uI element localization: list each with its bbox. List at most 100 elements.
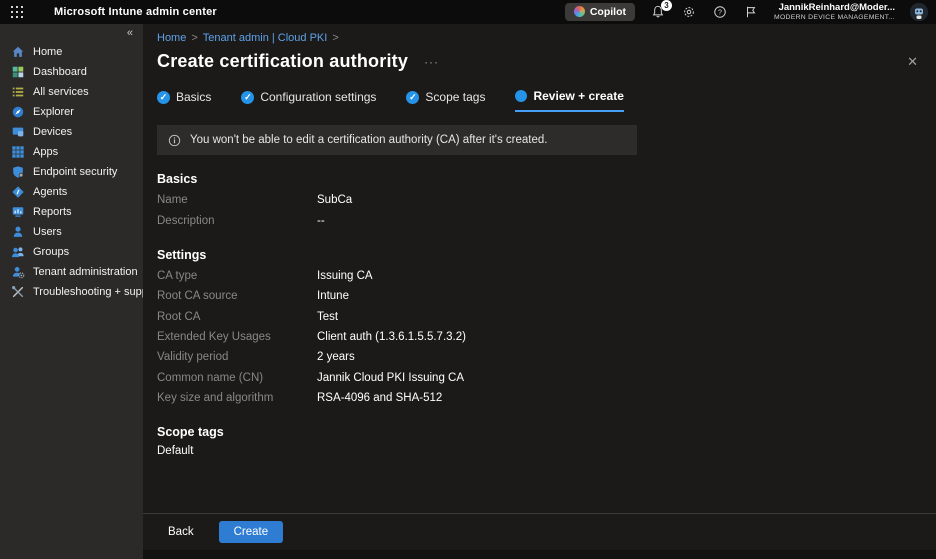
row-label: Extended Key Usages — [157, 331, 317, 343]
settings-button[interactable] — [681, 4, 697, 20]
tab-label: Configuration settings — [260, 90, 376, 104]
close-icon[interactable]: ✕ — [907, 54, 918, 70]
row-value: SubCa — [317, 194, 352, 206]
check-icon: ✓ — [157, 91, 170, 104]
sidebar-item-label: All services — [33, 86, 89, 98]
help-icon: ? — [713, 5, 727, 19]
dashboard-icon — [11, 65, 25, 79]
row-label: Common name (CN) — [157, 372, 317, 384]
row-label: Root CA source — [157, 290, 317, 302]
sidebar-item-home[interactable]: Home — [0, 42, 143, 62]
explorer-icon — [11, 105, 25, 119]
home-icon — [11, 45, 25, 59]
feedback-button[interactable] — [743, 4, 759, 20]
breadcrumb: Home>Tenant admin | Cloud PKI> — [143, 24, 936, 44]
summary-row: CA type Issuing CA — [157, 266, 936, 286]
breadcrumb-cloud-pki-link[interactable]: Tenant admin | Cloud PKI — [203, 32, 328, 44]
sidebar-item-apps[interactable]: Apps — [0, 142, 143, 162]
summary-row: Name SubCa — [157, 190, 936, 210]
row-value: Client auth (1.3.6.1.5.5.7.3.2) — [317, 331, 466, 343]
sidebar-item-all-services[interactable]: All services — [0, 82, 143, 102]
row-value: RSA-4096 and SHA-512 — [317, 392, 442, 404]
tab-label: Basics — [176, 90, 211, 104]
troubleshooting-icon — [11, 285, 25, 299]
sidebar-item-label: Tenant administration — [33, 266, 138, 278]
sidebar-item-label: Apps — [33, 146, 58, 158]
breadcrumb-home-link[interactable]: Home — [157, 32, 186, 44]
tab-configuration-settings[interactable]: ✓ Configuration settings — [241, 89, 376, 112]
row-label: Validity period — [157, 351, 317, 363]
top-bar: Microsoft Intune admin center Copilot 3 … — [0, 0, 936, 24]
sidebar-item-users[interactable]: Users — [0, 222, 143, 242]
account-menu[interactable]: JannikReinhard@Moder... MODERN DEVICE MA… — [774, 2, 895, 22]
sidebar-item-groups[interactable]: Groups — [0, 242, 143, 262]
sidebar-item-devices[interactable]: Devices — [0, 122, 143, 142]
sidebar: « Home Dashboard — [0, 24, 143, 559]
create-button[interactable]: Create — [219, 521, 284, 543]
sidebar-item-label: Home — [33, 46, 62, 58]
sidebar-item-endpoint-security[interactable]: Endpoint security — [0, 162, 143, 182]
wizard-tabs: ✓ Basics ✓ Configuration settings ✓ Scop… — [143, 72, 936, 112]
row-label: Name — [157, 194, 317, 206]
gear-icon — [682, 5, 696, 19]
help-button[interactable]: ? — [712, 4, 728, 20]
summary-row: Extended Key Usages Client auth (1.3.6.1… — [157, 327, 936, 347]
breadcrumb-separator: > — [332, 32, 338, 44]
main-content: Home>Tenant admin | Cloud PKI> Create ce… — [143, 24, 936, 559]
shield-icon — [11, 165, 25, 179]
agents-icon — [11, 185, 25, 199]
notifications-button[interactable]: 3 — [650, 4, 666, 20]
row-value: -- — [317, 215, 325, 227]
section-title-settings: Settings — [157, 248, 936, 262]
user-icon — [11, 225, 25, 239]
sidebar-item-label: Dashboard — [33, 66, 87, 78]
sidebar-item-troubleshooting[interactable]: Troubleshooting + support — [0, 282, 143, 302]
copilot-icon — [574, 6, 585, 17]
info-banner: You won't be able to edit a certificatio… — [157, 125, 637, 155]
summary-row: Root CA Test — [157, 307, 936, 327]
topbar-actions: Copilot 3 ? Jan — [565, 2, 928, 22]
sidebar-item-label: Endpoint security — [33, 166, 117, 178]
tab-basics[interactable]: ✓ Basics — [157, 89, 211, 112]
sidebar-item-label: Devices — [33, 126, 72, 138]
avatar[interactable] — [910, 3, 928, 21]
section-title-scope-tags: Scope tags — [157, 425, 936, 439]
sidebar-item-label: Users — [33, 226, 62, 238]
row-label: CA type — [157, 270, 317, 282]
back-button[interactable]: Back — [157, 521, 205, 543]
row-value: Test — [317, 311, 338, 323]
tab-review-create[interactable]: Review + create — [515, 89, 623, 112]
apps-icon — [11, 145, 25, 159]
groups-icon — [11, 245, 25, 259]
tab-scope-tags[interactable]: ✓ Scope tags — [406, 89, 485, 112]
sidebar-collapse-button[interactable]: « — [127, 26, 133, 42]
notification-count-badge: 3 — [661, 0, 672, 11]
row-value: Intune — [317, 290, 349, 302]
avatar-image — [910, 3, 928, 21]
summary-row: Key size and algorithm RSA-4096 and SHA-… — [157, 388, 936, 408]
sidebar-item-label: Agents — [33, 186, 67, 198]
copilot-button[interactable]: Copilot — [565, 3, 635, 21]
sidebar-item-tenant-administration[interactable]: Tenant administration — [0, 262, 143, 282]
row-value: 2 years — [317, 351, 355, 363]
active-step-icon — [515, 90, 527, 102]
summary-row: Root CA source Intune — [157, 286, 936, 306]
sidebar-item-agents[interactable]: Agents — [0, 182, 143, 202]
sidebar-item-dashboard[interactable]: Dashboard — [0, 62, 143, 82]
user-organization: MODERN DEVICE MANAGEMENT... — [774, 14, 895, 22]
sidebar-item-explorer[interactable]: Explorer — [0, 102, 143, 122]
user-name: JannikReinhard@Moder... — [774, 2, 895, 13]
scope-tag-value: Default — [157, 445, 936, 457]
row-label: Description — [157, 215, 317, 227]
sidebar-item-label: Reports — [33, 206, 72, 218]
summary-row: Validity period 2 years — [157, 347, 936, 367]
tab-label: Review + create — [533, 89, 623, 103]
tab-label: Scope tags — [425, 90, 485, 104]
app-launcher-icon[interactable] — [6, 3, 28, 21]
wizard-footer: Back Create — [143, 513, 936, 550]
sidebar-item-label: Troubleshooting + support — [33, 286, 161, 298]
more-options-icon[interactable]: ··· — [424, 55, 439, 69]
feedback-icon — [744, 5, 758, 19]
waffle-grid-icon — [11, 6, 23, 18]
sidebar-item-reports[interactable]: Reports — [0, 202, 143, 222]
